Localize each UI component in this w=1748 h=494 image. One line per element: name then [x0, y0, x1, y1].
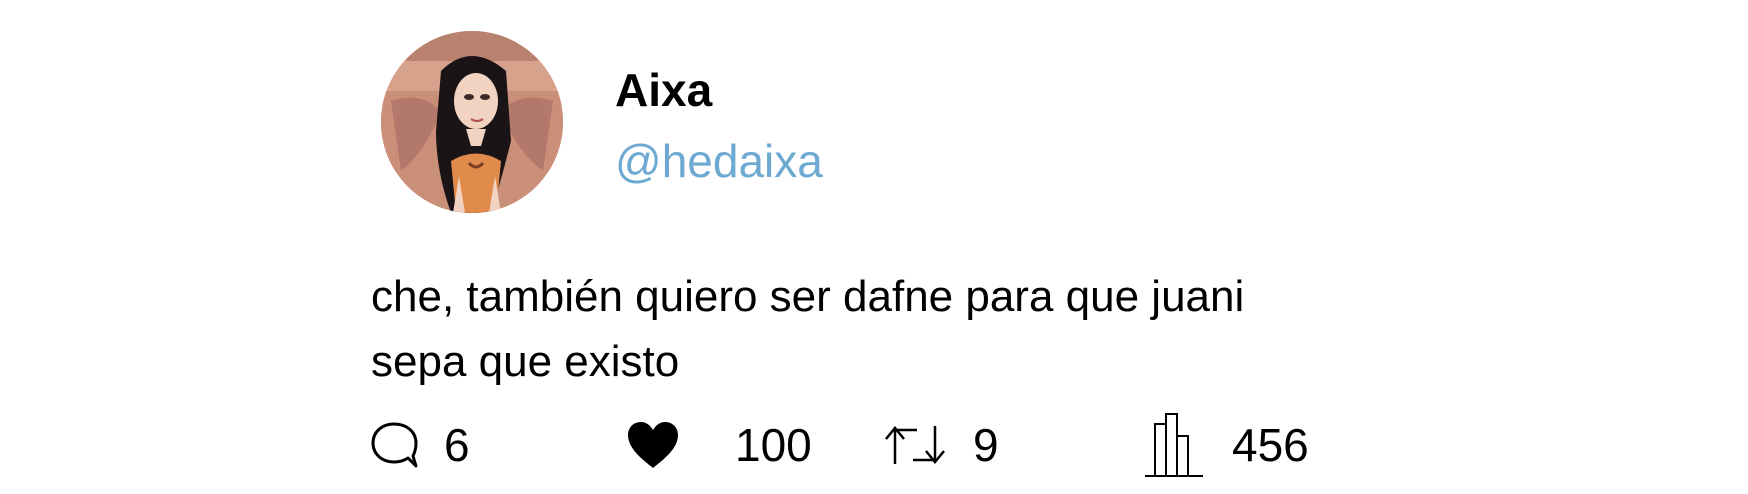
reply-button[interactable]: 6: [370, 412, 470, 478]
retweet-button[interactable]: 9: [883, 412, 999, 478]
retweet-icon: [883, 422, 947, 468]
views-button[interactable]: 456: [1144, 412, 1309, 478]
tweet-text-line: sepa que existo: [371, 337, 680, 386]
like-count: 100: [735, 419, 812, 471]
like-button[interactable]: 100: [626, 412, 812, 478]
user-handle[interactable]: @hedaixa: [615, 133, 823, 189]
reply-count: 6: [444, 419, 470, 471]
reply-bubble-icon: [370, 421, 418, 469]
tweet-text: che, también quiero ser dafne para que j…: [371, 264, 1371, 394]
views-bars-icon: [1144, 412, 1204, 478]
retweet-count: 9: [973, 419, 999, 471]
tweet-text-line: che, también quiero ser dafne para que j…: [371, 272, 1245, 321]
display-name[interactable]: Aixa: [615, 62, 712, 118]
tweet-card: Aixa @hedaixa che, también quiero ser da…: [0, 0, 1748, 494]
avatar-image: [381, 31, 563, 213]
views-count: 456: [1232, 419, 1309, 471]
avatar[interactable]: [381, 31, 563, 213]
heart-icon: [626, 420, 680, 470]
